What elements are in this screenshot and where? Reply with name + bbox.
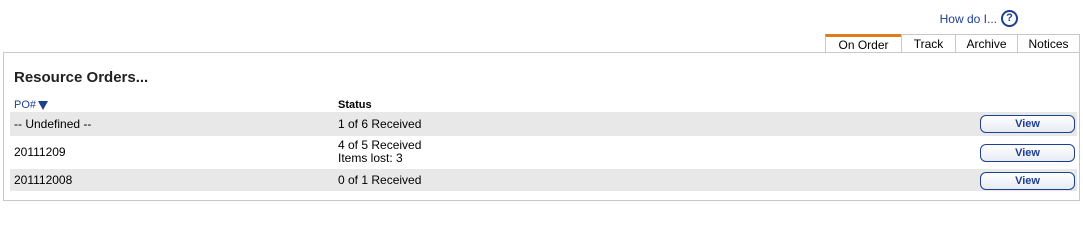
orders-table: -- Undefined -- 1 of 6 Received View 201… bbox=[10, 112, 1077, 191]
view-button[interactable]: View bbox=[980, 172, 1075, 190]
help-link[interactable]: How do I... ? bbox=[940, 10, 1018, 27]
status-column-header: Status bbox=[338, 99, 372, 111]
table-row: -- Undefined -- 1 of 6 Received View bbox=[10, 112, 1077, 136]
table-row: 20111209 4 of 5 Received Items lost: 3 V… bbox=[10, 136, 1077, 169]
panel-title: Resource Orders... bbox=[14, 69, 149, 86]
help-label[interactable]: How do I... bbox=[940, 12, 997, 26]
tab-archive[interactable]: Archive bbox=[955, 34, 1018, 53]
status-cell: 4 of 5 Received Items lost: 3 bbox=[338, 139, 421, 165]
tab-track[interactable]: Track bbox=[901, 34, 956, 53]
question-mark-icon[interactable]: ? bbox=[1001, 10, 1018, 27]
view-button[interactable]: View bbox=[980, 144, 1075, 162]
po-number: -- Undefined -- bbox=[14, 117, 92, 131]
items-lost-text: Items lost: 3 bbox=[338, 151, 403, 165]
po-number: 201112008 bbox=[14, 173, 73, 187]
po-number: 20111209 bbox=[14, 145, 66, 159]
po-header-label[interactable]: PO# bbox=[14, 99, 36, 111]
resource-orders-panel: Resource Orders... PO# Status -- Undefin… bbox=[3, 52, 1080, 201]
table-row: 201112008 0 of 1 Received View bbox=[10, 169, 1077, 191]
status-text: 1 of 6 Received bbox=[338, 117, 422, 131]
tab-bar: On Order Track Archive Notices bbox=[825, 34, 1080, 53]
tab-notices[interactable]: Notices bbox=[1017, 34, 1080, 53]
po-column-header[interactable]: PO# bbox=[14, 99, 49, 111]
status-text: 0 of 1 Received bbox=[338, 173, 422, 187]
view-button[interactable]: View bbox=[980, 115, 1075, 133]
tab-on-order[interactable]: On Order bbox=[825, 34, 902, 53]
sort-descending-icon[interactable] bbox=[38, 100, 49, 110]
